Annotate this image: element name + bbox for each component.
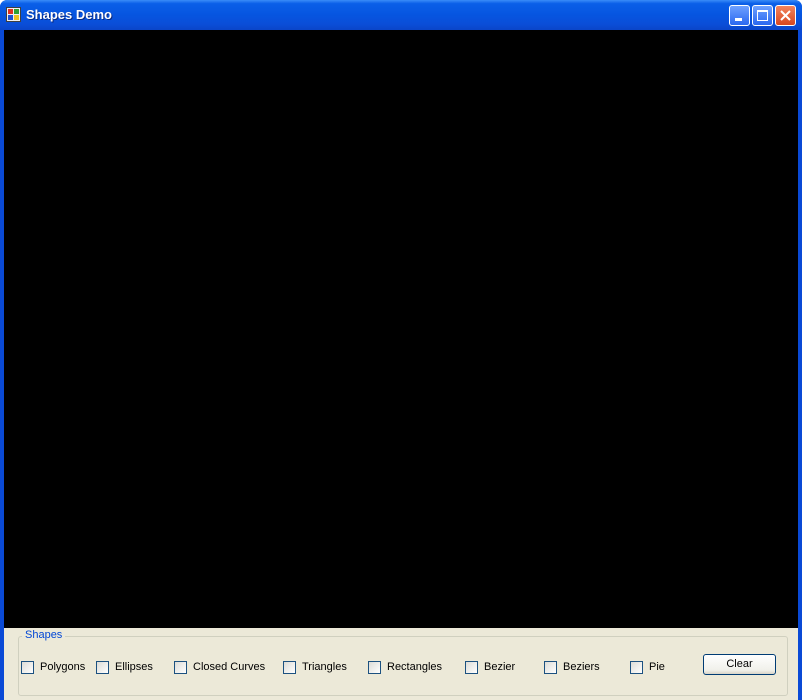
- minimize-icon: [735, 18, 742, 21]
- checkbox-label[interactable]: Closed Curves: [193, 661, 265, 673]
- title-bar[interactable]: Shapes Demo: [0, 0, 802, 30]
- close-icon: [780, 10, 791, 21]
- checkbox-box[interactable]: [368, 660, 381, 674]
- triangles-checkbox[interactable]: Triangles: [283, 660, 347, 674]
- close-button[interactable]: [775, 5, 796, 26]
- minimize-button[interactable]: [729, 5, 750, 26]
- checkbox-box[interactable]: [544, 660, 557, 674]
- checkbox-label[interactable]: Polygons: [40, 661, 85, 673]
- checkbox-label[interactable]: Ellipses: [115, 661, 153, 673]
- app-icon: [6, 7, 21, 22]
- checkbox-label[interactable]: Rectangles: [387, 661, 442, 673]
- rectangles-checkbox[interactable]: Rectangles: [368, 660, 442, 674]
- shapes-group-label: Shapes: [22, 628, 66, 642]
- client-area: Shapes Polygons Ellipses Closed Curves T…: [4, 30, 798, 700]
- checkbox-box[interactable]: [465, 660, 478, 674]
- checkbox-box[interactable]: [630, 660, 643, 674]
- bezier-checkbox[interactable]: Bezier: [465, 660, 515, 674]
- app-window: Shapes Demo Shapes Polygons Ellipses Clo…: [0, 0, 802, 700]
- checkbox-label[interactable]: Pie: [649, 661, 665, 673]
- window-title: Shapes Demo: [26, 7, 112, 22]
- checkbox-label[interactable]: Beziers: [563, 661, 600, 673]
- closed-curves-checkbox[interactable]: Closed Curves: [174, 660, 265, 674]
- window-frame-right: [798, 30, 802, 700]
- drawing-canvas[interactable]: [4, 30, 798, 628]
- pie-checkbox[interactable]: Pie: [630, 660, 665, 674]
- clear-button[interactable]: Clear: [703, 654, 776, 675]
- checkbox-box[interactable]: [174, 660, 187, 674]
- checkbox-box[interactable]: [21, 660, 34, 674]
- ellipses-checkbox[interactable]: Ellipses: [96, 660, 153, 674]
- polygons-checkbox[interactable]: Polygons: [21, 660, 85, 674]
- maximize-button[interactable]: [752, 5, 773, 26]
- beziers-checkbox[interactable]: Beziers: [544, 660, 600, 674]
- checkbox-box[interactable]: [283, 660, 296, 674]
- maximize-icon: [757, 10, 768, 21]
- checkbox-label[interactable]: Triangles: [302, 661, 347, 673]
- checkbox-box[interactable]: [96, 660, 109, 674]
- checkbox-label[interactable]: Bezier: [484, 661, 515, 673]
